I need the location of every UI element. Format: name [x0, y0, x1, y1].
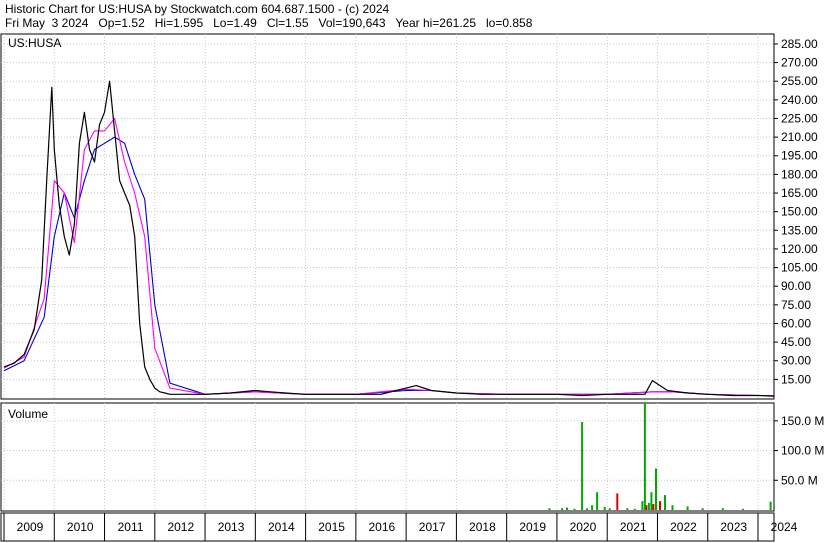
- year-tick-label: 2011: [118, 520, 144, 534]
- volume-bar: [561, 508, 563, 510]
- volume-tick-label: 50.0 M: [781, 473, 818, 487]
- volume-bar: [655, 468, 657, 510]
- volume-tick-label: 150.0 M: [781, 414, 824, 428]
- year-tick-label: 2021: [620, 520, 647, 534]
- volume-bar: [686, 506, 689, 510]
- volume-bar: [701, 508, 704, 510]
- price-tick-label: 165.00: [781, 186, 818, 200]
- volume-bar: [548, 508, 551, 510]
- year-tick-label: 2015: [318, 520, 345, 534]
- price-tick-label: 210.00: [781, 130, 818, 144]
- volume-bar: [608, 508, 611, 510]
- year-tick-label: 2013: [218, 520, 245, 534]
- year-tick-label: 2024: [771, 520, 798, 534]
- volume-bar: [643, 403, 646, 510]
- year-axis: 2009 2010 2011 2012 2013 2014 2015 2016 2017 2018…: [0, 512, 798, 542]
- price-y-axis: 285.00 270.00 255.00 240.00 225.00 210.00 195.…: [774, 37, 818, 386]
- price-tick-label: 60.00: [781, 316, 811, 330]
- volume-label: Volume: [8, 407, 48, 421]
- symbol-label: US:HUSA: [8, 36, 61, 50]
- volume-bar: [633, 508, 636, 510]
- volume-bar: [581, 422, 584, 510]
- stock-chart: 285.00 270.00 255.00 240.00 225.00 210.00 195.…: [0, 33, 824, 542]
- volume-panel: 150.0 M 100.0 M 50.0 M Volume: [0, 402, 824, 512]
- volume-bar: [652, 504, 655, 510]
- volume-bar: [650, 492, 653, 510]
- volume-bar: [769, 501, 772, 510]
- volume-bar: [573, 508, 576, 510]
- year-tick-label: 2012: [167, 520, 194, 534]
- year-tick-label: 2010: [67, 520, 94, 534]
- price-tick-label: 195.00: [781, 149, 818, 163]
- volume-bar: [721, 508, 724, 510]
- volume-bar: [647, 502, 650, 510]
- year-tick-label: 2009: [17, 520, 44, 534]
- year-tick-label: 2017: [419, 520, 446, 534]
- volume-bar: [741, 508, 744, 510]
- volume-bar: [664, 495, 666, 510]
- year-tick-label: 2018: [469, 520, 496, 534]
- volume-y-axis: 150.0 M 100.0 M 50.0 M: [774, 414, 824, 487]
- year-tick-label: 2023: [720, 520, 747, 534]
- volume-tick-label: 100.0 M: [781, 444, 824, 458]
- volume-bar: [641, 501, 644, 510]
- year-tick-label: 2014: [268, 520, 295, 534]
- year-tick-label: 2016: [369, 520, 396, 534]
- price-tick-label: 45.00: [781, 335, 811, 349]
- price-tick-label: 90.00: [781, 279, 811, 293]
- volume-bar: [591, 505, 594, 510]
- price-tick-label: 285.00: [781, 37, 818, 51]
- year-tick-label: 2020: [570, 520, 597, 534]
- price-tick-label: 255.00: [781, 74, 818, 88]
- price-tick-label: 240.00: [781, 93, 818, 107]
- price-tick-label: 15.00: [781, 372, 811, 386]
- price-tick-label: 105.00: [781, 261, 818, 275]
- volume-bar: [645, 505, 648, 510]
- volume-bar: [603, 507, 606, 510]
- price-tick-label: 270.00: [781, 56, 818, 70]
- volume-bar: [566, 507, 568, 510]
- price-tick-label: 30.00: [781, 354, 811, 368]
- price-tick-label: 150.00: [781, 205, 818, 219]
- volume-bar: [616, 493, 619, 510]
- price-panel: 285.00 270.00 255.00 240.00 225.00 210.00 195.…: [0, 33, 818, 400]
- price-tick-label: 75.00: [781, 298, 811, 312]
- volume-bar: [586, 508, 589, 510]
- price-tick-label: 135.00: [781, 223, 818, 237]
- volume-bar: [659, 501, 661, 510]
- year-tick-label: 2019: [519, 520, 546, 534]
- year-tick-label: 2022: [670, 520, 697, 534]
- volume-bar: [626, 508, 629, 510]
- price-tick-label: 120.00: [781, 242, 818, 256]
- price-tick-label: 225.00: [781, 111, 818, 125]
- volume-bar: [671, 505, 674, 510]
- volume-bar: [596, 492, 599, 510]
- price-tick-label: 180.00: [781, 167, 818, 181]
